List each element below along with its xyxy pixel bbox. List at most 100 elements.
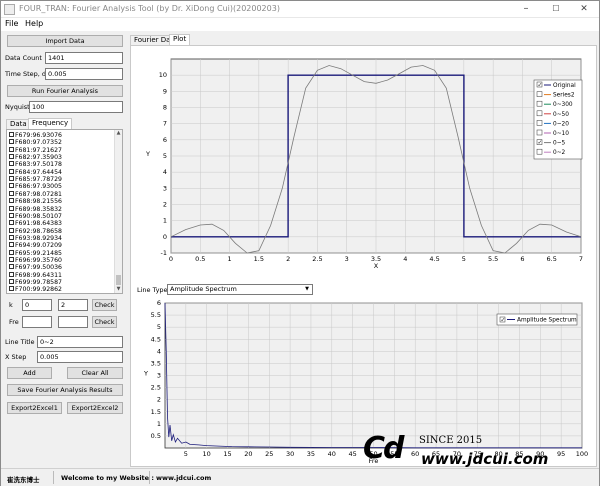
minimize-button[interactable]: – bbox=[511, 1, 541, 18]
list-item[interactable]: F693:98.92934 bbox=[9, 234, 62, 242]
nyquist-field[interactable]: 100 bbox=[29, 101, 123, 113]
list-item-checkbox[interactable] bbox=[9, 256, 14, 262]
list-item[interactable]: F681:97.21627 bbox=[9, 146, 62, 154]
menu-file[interactable]: File bbox=[5, 19, 18, 28]
watermark: Cd SINCE 2015 www.jdcui.com bbox=[363, 431, 593, 471]
list-item-checkbox[interactable] bbox=[9, 161, 14, 167]
export-excel1-button[interactable]: Export2Excel1 bbox=[7, 402, 62, 414]
list-item[interactable]: F687:98.07281 bbox=[9, 190, 62, 198]
list-item-checkbox[interactable] bbox=[9, 264, 14, 270]
list-item-checkbox[interactable] bbox=[9, 168, 14, 174]
tab-plot[interactable]: Plot bbox=[169, 34, 191, 45]
y-tick-label: 4 bbox=[163, 168, 167, 176]
close-button[interactable]: ✕ bbox=[569, 1, 599, 18]
list-item[interactable]: F698:99.64311 bbox=[9, 271, 62, 279]
status-divider bbox=[149, 471, 150, 484]
list-item[interactable]: F685:97.78729 bbox=[9, 176, 62, 183]
line-type-select[interactable]: Amplitude Spectrum ▼ bbox=[167, 284, 313, 295]
clear-all-button[interactable]: Clear All bbox=[67, 367, 123, 379]
list-item[interactable]: F684:97.64454 bbox=[9, 168, 62, 176]
time-step-field[interactable]: 0.005 bbox=[45, 68, 123, 80]
tab-data[interactable]: Data bbox=[6, 119, 31, 129]
export-excel2-button[interactable]: Export2Excel2 bbox=[67, 402, 123, 414]
y-tick-label: 10 bbox=[159, 71, 167, 79]
scroll-down-icon[interactable]: ▼ bbox=[115, 286, 122, 293]
check-k-button[interactable]: Check bbox=[92, 299, 117, 311]
x-axis-label: X bbox=[374, 262, 379, 270]
time-domain-chart[interactable]: 0 0.5 1 1.5 2 2.5 3 3.5 4 4.5 5 5.5 6 6.5 7-1012345678… bbox=[131, 46, 596, 276]
list-item-checkbox[interactable] bbox=[9, 234, 14, 240]
list-item[interactable]: F699:99.78587 bbox=[9, 279, 62, 286]
list-item[interactable]: F680:97.07352 bbox=[9, 139, 62, 146]
list-item-checkbox[interactable] bbox=[9, 146, 14, 152]
menu-help[interactable]: Help bbox=[25, 19, 43, 28]
list-item-checkbox[interactable] bbox=[9, 139, 14, 145]
y-tick-label: 4 bbox=[157, 347, 161, 355]
list-item[interactable]: F691:98.64383 bbox=[9, 220, 62, 227]
list-item-checkbox[interactable] bbox=[9, 279, 14, 284]
y-tick-label: 8 bbox=[163, 104, 167, 112]
list-item[interactable]: F700:99.92862 bbox=[9, 286, 62, 293]
list-item[interactable]: F679:96.93076 bbox=[9, 132, 62, 139]
k-label: k bbox=[9, 301, 13, 309]
y-tick-label: 3.5 bbox=[151, 359, 161, 367]
plot-area: Fourier Data Plot 0 0.5 1 1.5 2 2.5 3 3.5 4 4.5 5 5… bbox=[129, 31, 599, 468]
list-item[interactable]: F686:97.93005 bbox=[9, 183, 62, 190]
list-item-label: F695:99.21485 bbox=[15, 249, 62, 257]
list-item[interactable]: F694:99.07209 bbox=[9, 242, 62, 249]
list-item[interactable]: F696:99.35760 bbox=[9, 256, 62, 264]
list-item-checkbox[interactable] bbox=[9, 286, 14, 292]
list-item-checkbox[interactable] bbox=[9, 212, 14, 218]
list-item-checkbox[interactable] bbox=[9, 190, 14, 196]
list-item-checkbox[interactable] bbox=[9, 132, 14, 137]
list-item-checkbox[interactable] bbox=[9, 249, 14, 255]
list-item[interactable]: F695:99.21485 bbox=[9, 249, 62, 257]
y-tick-label: 6 bbox=[163, 136, 167, 144]
list-scrollbar[interactable]: ▲ ▼ bbox=[114, 130, 122, 293]
list-item-label: F682:97.35903 bbox=[15, 154, 62, 162]
list-item[interactable]: F682:97.35903 bbox=[9, 154, 62, 161]
line-title-field[interactable]: 0~2 bbox=[37, 336, 123, 348]
list-item-checkbox[interactable] bbox=[9, 183, 14, 189]
k-to-field[interactable]: 2 bbox=[58, 299, 88, 311]
list-item-checkbox[interactable] bbox=[9, 198, 14, 204]
list-item[interactable]: F683:97.50178 bbox=[9, 161, 62, 168]
list-item-checkbox[interactable] bbox=[9, 176, 14, 182]
y-tick-label: 5 bbox=[163, 152, 167, 160]
legend-checkbox bbox=[536, 148, 543, 155]
y-tick-label: 6 bbox=[157, 299, 161, 307]
list-item-checkbox[interactable] bbox=[9, 242, 14, 248]
fre-from-field[interactable] bbox=[22, 316, 52, 328]
frequency-list[interactable]: ▲ ▼ F679:96.93076 F680:97.07352 F681:97.21… bbox=[6, 129, 123, 294]
legend-label: 0~10 bbox=[553, 131, 569, 137]
x-tick-label: 6 bbox=[520, 255, 524, 263]
x-step-field[interactable]: 0.005 bbox=[37, 351, 123, 363]
y-tick-label: 1.5 bbox=[151, 408, 161, 416]
list-item[interactable]: F692:98.78658 bbox=[9, 227, 62, 235]
import-data-button[interactable]: Import Data bbox=[7, 35, 123, 47]
tab-frequency[interactable]: Frequency bbox=[28, 118, 73, 129]
save-results-button[interactable]: Save Fourier Analysis Results bbox=[7, 384, 123, 396]
data-count-field[interactable]: 1401 bbox=[45, 52, 123, 64]
run-fourier-button[interactable]: Run Fourier Analysis bbox=[7, 85, 123, 97]
scroll-thumb[interactable] bbox=[116, 275, 121, 285]
maximize-button[interactable]: ☐ bbox=[541, 1, 571, 18]
list-item[interactable]: F689:98.35832 bbox=[9, 205, 62, 213]
y-tick-label: 2 bbox=[157, 396, 161, 404]
list-item[interactable]: F688:98.21556 bbox=[9, 198, 62, 205]
list-item-checkbox[interactable] bbox=[9, 271, 14, 277]
list-item-checkbox[interactable] bbox=[9, 227, 14, 233]
fre-to-field[interactable] bbox=[58, 316, 88, 328]
status-website[interactable]: www.jdcui.com bbox=[156, 474, 211, 482]
list-item[interactable]: F690:98.50107 bbox=[9, 212, 62, 220]
title-bar: FOUR_TRAN: Fourier Analysis Tool (by Dr.… bbox=[1, 1, 599, 18]
list-item-checkbox[interactable] bbox=[9, 220, 14, 226]
list-item-checkbox[interactable] bbox=[9, 154, 14, 160]
add-button[interactable]: Add bbox=[7, 367, 52, 379]
x-tick-label: 4 bbox=[403, 255, 407, 263]
k-from-field[interactable]: 0 bbox=[22, 299, 52, 311]
list-item[interactable]: F697:99.50036 bbox=[9, 264, 62, 271]
scroll-up-icon[interactable]: ▲ bbox=[115, 130, 122, 137]
list-item-checkbox[interactable] bbox=[9, 205, 14, 211]
check-fre-button[interactable]: Check bbox=[92, 316, 117, 328]
